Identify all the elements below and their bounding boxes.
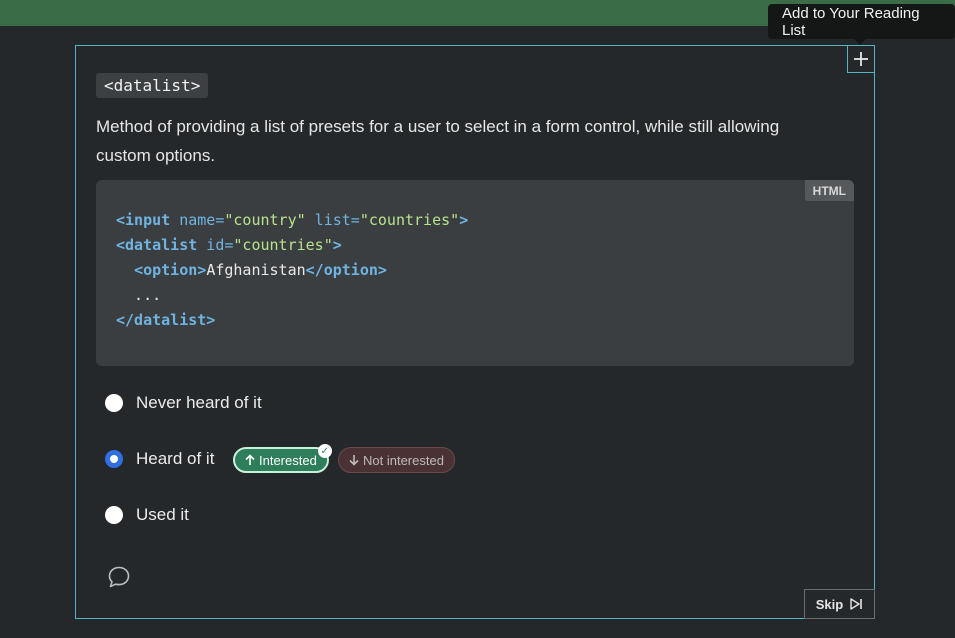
tooltip-text: Add to Your Reading List <box>782 4 920 39</box>
not-interested-label: Not interested <box>363 452 444 468</box>
not-interested-button[interactable]: Not interested <box>338 447 455 473</box>
option-label: Heard of it <box>136 449 215 468</box>
radio-never-heard[interactable] <box>105 394 123 412</box>
code-line-3: <option>Afghanistan</option> <box>134 261 387 279</box>
code-line-2: <datalist id="countries"> <box>116 236 342 254</box>
feature-description: Method of providing a list of presets fo… <box>96 117 780 165</box>
check-icon: ✓ <box>317 444 332 458</box>
arrow-down-icon <box>349 455 359 466</box>
code-example: HTML <input name="country" list="countri… <box>96 180 854 366</box>
feature-card: <datalist> Method of providing a list of… <box>75 45 875 619</box>
option-label: Used it <box>136 505 189 524</box>
add-to-reading-list-button[interactable] <box>847 45 875 73</box>
comment-button[interactable] <box>107 565 131 594</box>
skip-label: Skip <box>815 596 844 612</box>
skip-button[interactable]: Skip <box>804 589 875 619</box>
option-never-heard[interactable]: Never heard of it <box>105 393 262 413</box>
option-heard-of-it[interactable]: Heard of it <box>105 449 214 469</box>
reading-list-tooltip: Add to Your Reading List <box>768 4 955 45</box>
code-text: <input name="country" list="countries"> … <box>116 208 468 333</box>
interested-button[interactable]: Interested ✓ <box>233 444 332 473</box>
plus-icon <box>854 52 868 66</box>
interested-label: Interested <box>259 452 317 468</box>
speech-bubble-icon <box>108 566 130 588</box>
code-line-4: ... <box>116 286 162 304</box>
skip-forward-icon <box>850 598 863 610</box>
option-label: Never heard of it <box>136 393 262 412</box>
radio-heard-of-it[interactable] <box>105 450 123 468</box>
option-used-it[interactable]: Used it <box>105 505 189 525</box>
code-language-badge: HTML <box>804 180 854 201</box>
feature-tag: <datalist> <box>96 73 209 98</box>
code-line-1: <input name="country" list="countries"> <box>116 211 469 229</box>
code-line-5: </datalist> <box>116 311 216 329</box>
arrow-up-icon <box>245 454 255 465</box>
radio-used-it[interactable] <box>105 506 123 524</box>
